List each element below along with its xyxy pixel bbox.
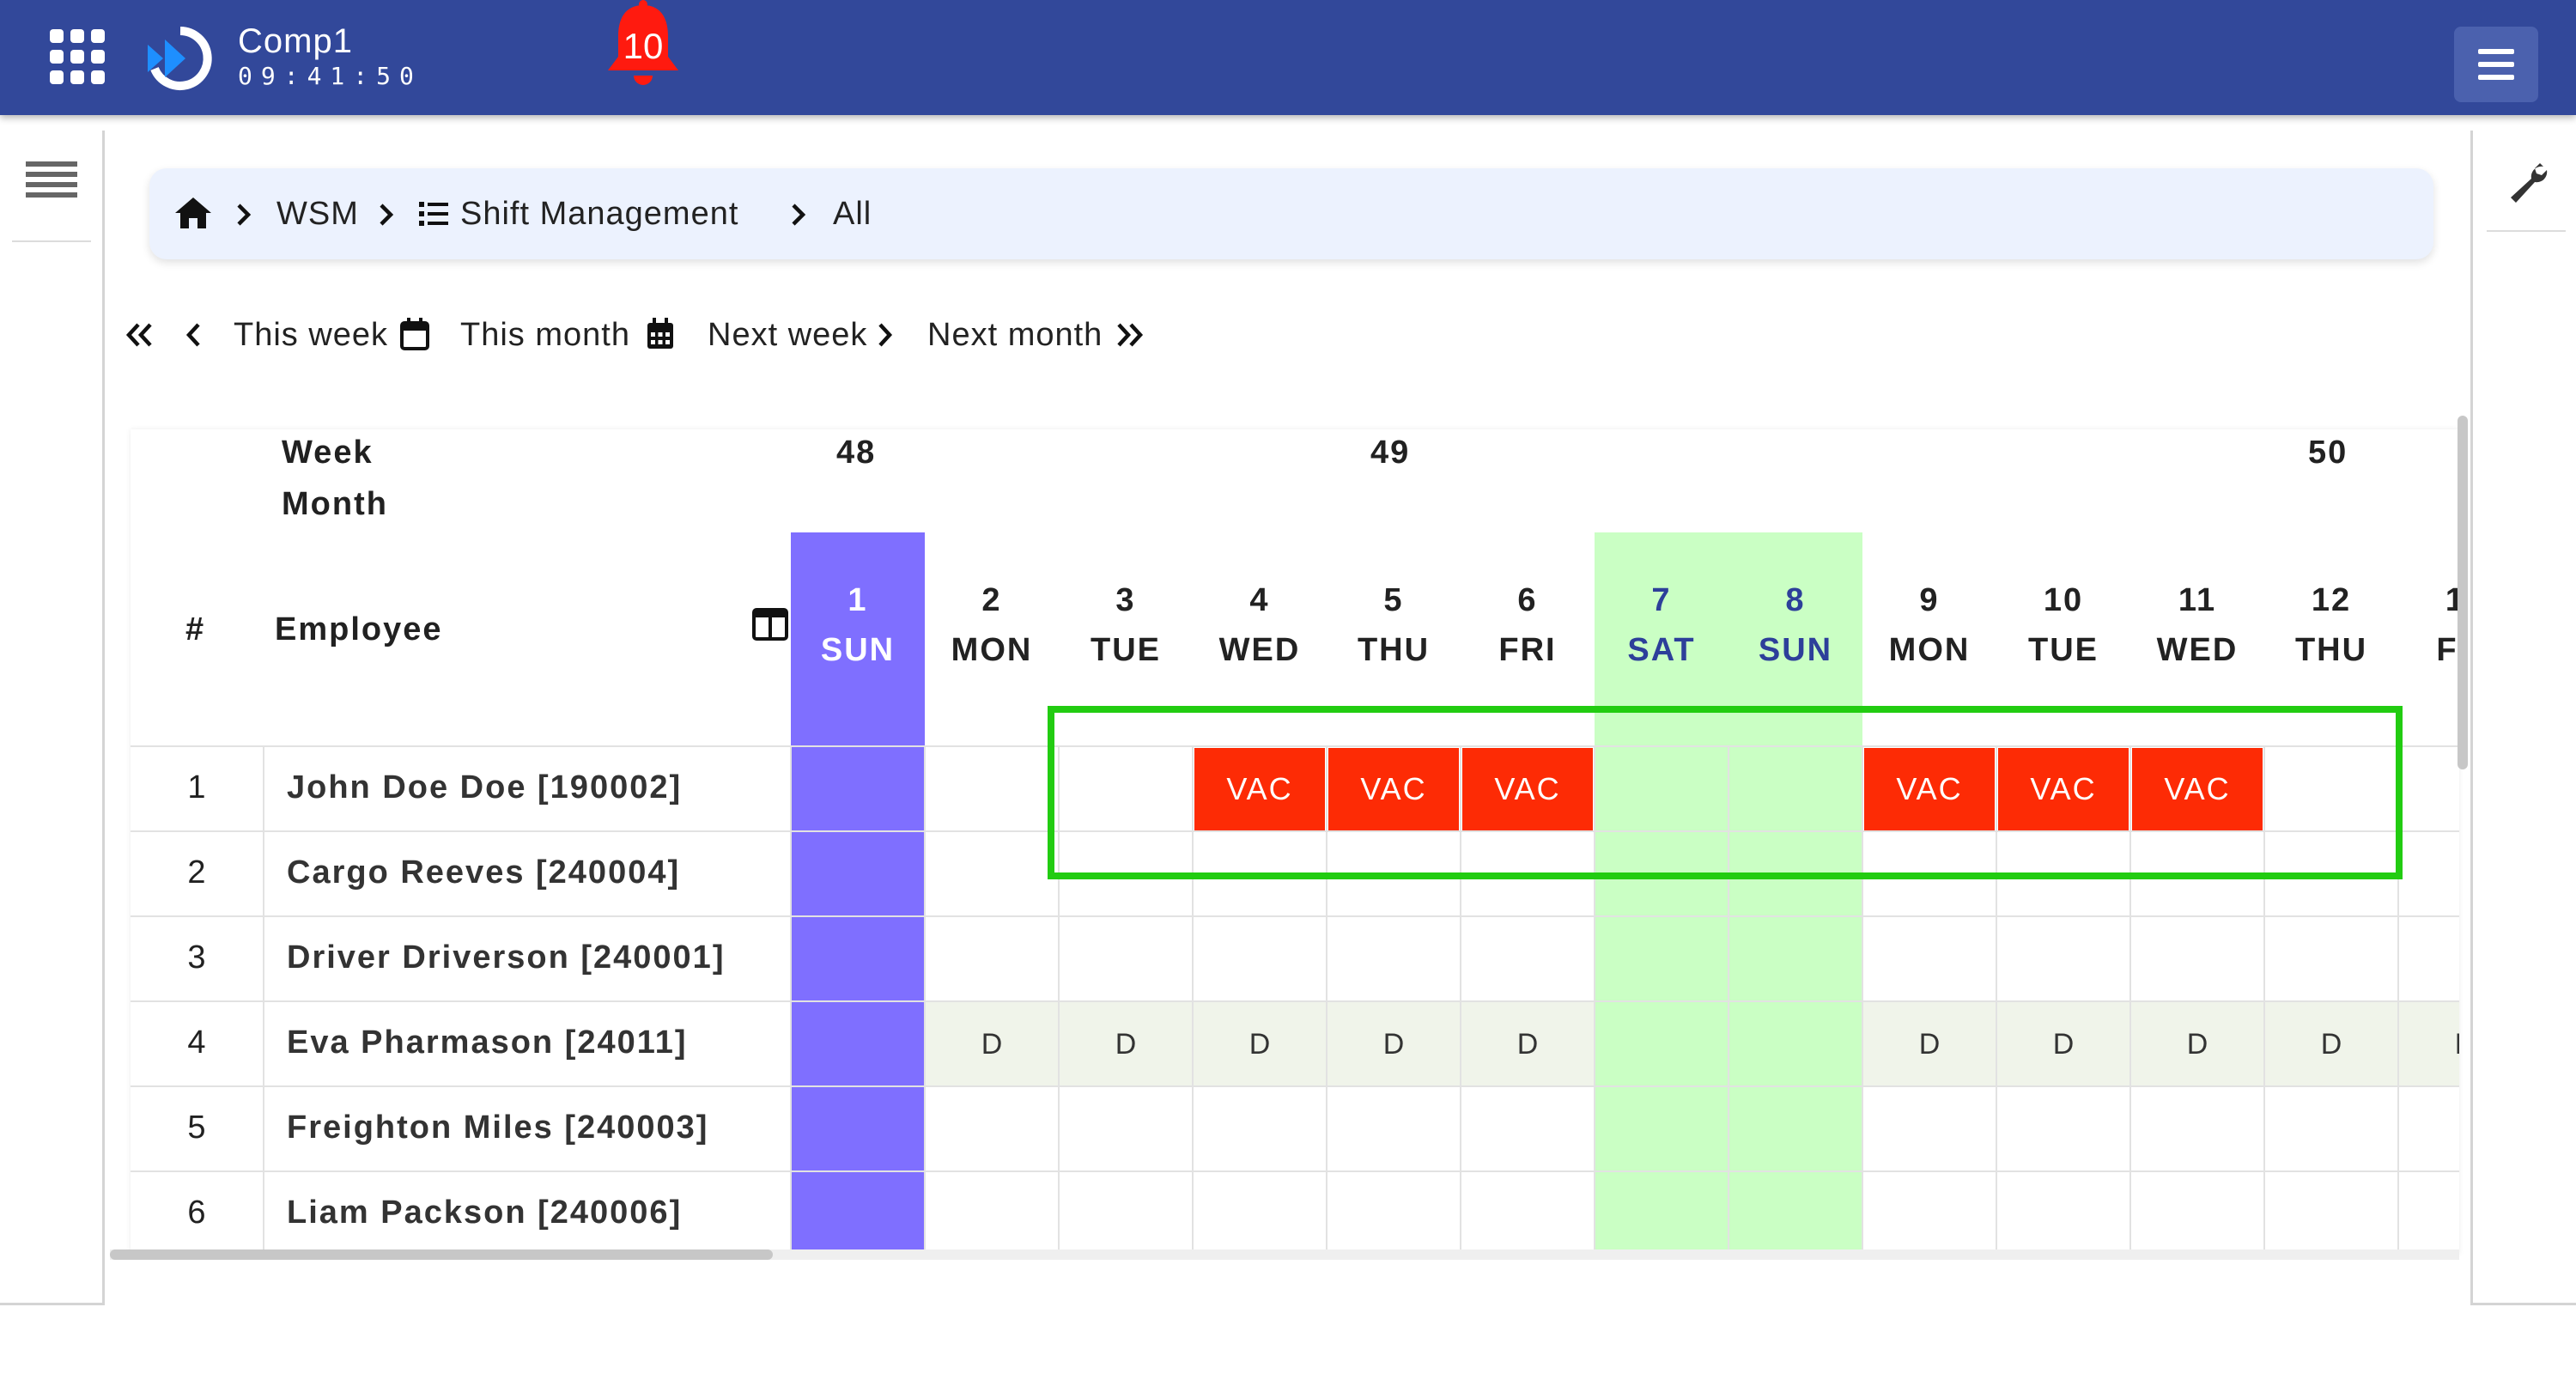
employee-name[interactable]: Cargo Reeves [240004] <box>287 854 680 891</box>
row-number: 6 <box>187 1195 206 1231</box>
grid-col-line <box>924 747 926 1254</box>
shift-cell[interactable]: D <box>2264 1028 2398 1061</box>
day-number: 8 <box>1785 582 1806 618</box>
employee-name[interactable]: Eva Pharmason [24011] <box>287 1024 688 1061</box>
breadcrumb: WSM Shift Management All <box>149 168 2433 259</box>
employee-name[interactable]: Liam Packson [240006] <box>287 1195 682 1231</box>
shift-cell[interactable]: D <box>1461 1028 1595 1061</box>
day-number: 9 <box>1919 582 1940 618</box>
next-week-button[interactable]: Next week <box>708 309 867 361</box>
shift-cell[interactable]: D <box>2130 1028 2264 1061</box>
apps-grid-icon[interactable] <box>50 29 105 84</box>
app-logo <box>148 27 212 90</box>
double-chevron-left-icon[interactable] <box>124 321 155 349</box>
day-name: SUN <box>1758 632 1833 668</box>
week-label: Week <box>282 435 374 471</box>
day-name: MON <box>951 632 1033 668</box>
row-number: 1 <box>187 769 206 806</box>
day-name: FRI <box>2436 632 2459 668</box>
day-number: 4 <box>1249 582 1270 618</box>
chevron-left-icon[interactable] <box>184 321 204 349</box>
grid-row-line <box>131 1000 2459 1002</box>
day-name: TUE <box>1091 632 1161 668</box>
week-number: 50 <box>2308 435 2348 471</box>
day-name: WED <box>1218 632 1301 668</box>
day-number: 12 <box>2311 582 2352 618</box>
wrench-icon[interactable] <box>2506 160 2550 204</box>
day-number: 11 <box>2178 582 2217 618</box>
day-number: 10 <box>2043 582 2084 618</box>
grid-col-line <box>790 747 792 1254</box>
clock-display: 09:41:50 <box>238 62 422 90</box>
calendar-icon <box>400 318 429 350</box>
grid-row-line <box>131 1085 2459 1087</box>
day-number: 13 <box>2445 582 2459 618</box>
shift-cell[interactable]: D <box>1327 1028 1461 1061</box>
day-number: 5 <box>1383 582 1404 618</box>
menu-button[interactable] <box>2454 27 2538 102</box>
company-title: Comp1 <box>238 22 353 60</box>
divider <box>12 240 91 242</box>
row-number-header: # <box>185 611 206 647</box>
day-name: THU <box>1357 632 1431 668</box>
day-number: 6 <box>1517 582 1538 618</box>
row-number: 3 <box>187 939 206 976</box>
list-icon <box>419 202 448 226</box>
day-name: THU <box>2294 632 2368 668</box>
chevron-right-icon <box>878 323 893 347</box>
top-app-bar: Comp1 09:41:50 10 <box>0 0 2576 115</box>
shift-cell[interactable]: D <box>2398 1028 2459 1061</box>
home-icon[interactable] <box>173 196 213 230</box>
shift-cell[interactable]: D <box>1193 1028 1327 1061</box>
chevron-right-icon <box>237 204 252 226</box>
day-name: WED <box>2156 632 2239 668</box>
breadcrumb-item-shift-management[interactable]: Shift Management <box>460 189 738 239</box>
day-name: SUN <box>820 632 896 668</box>
shift-cell[interactable]: D <box>1059 1028 1193 1061</box>
week-number: 49 <box>1370 435 1411 471</box>
grid-row-line <box>131 915 2459 917</box>
day-name: MON <box>1888 632 1971 668</box>
row-number: 2 <box>187 854 206 891</box>
chevron-right-icon <box>380 204 394 226</box>
day-name: SAT <box>1627 632 1696 668</box>
right-sidebar <box>2470 131 2576 1305</box>
divider <box>2487 230 2566 232</box>
chevron-right-icon <box>792 204 806 226</box>
employee-name[interactable]: Freighton Miles [240003] <box>287 1110 708 1146</box>
month-label: Month <box>282 486 388 522</box>
day-number: 1 <box>848 582 868 618</box>
shift-cell[interactable]: D <box>925 1028 1059 1061</box>
row-number: 4 <box>187 1024 206 1061</box>
shift-cell[interactable]: D <box>1996 1028 2130 1061</box>
day-number: 3 <box>1115 582 1136 618</box>
left-sidebar <box>0 131 105 1305</box>
grid-row-line <box>131 1170 2459 1172</box>
employee-name[interactable]: John Doe Doe [190002] <box>287 769 682 806</box>
week-number: 48 <box>836 435 877 471</box>
day-number: 7 <box>1651 582 1672 618</box>
employee-name[interactable]: Driver Driverson [240001] <box>287 939 725 976</box>
day-name: FRI <box>1498 632 1557 668</box>
this-month-button[interactable]: This month <box>460 309 630 361</box>
shift-cell[interactable]: D <box>1862 1028 1996 1061</box>
employee-header[interactable]: Employee <box>275 611 443 648</box>
double-chevron-right-icon <box>1117 323 1144 347</box>
notification-count: 10 <box>623 26 664 66</box>
list-menu-icon[interactable] <box>26 161 77 199</box>
this-week-button[interactable]: This week <box>234 309 388 361</box>
horizontal-scroll-thumb[interactable] <box>110 1249 773 1260</box>
day-number: 2 <box>981 582 1002 618</box>
day-name: TUE <box>2028 632 2099 668</box>
calendar-grid-icon <box>647 318 673 349</box>
column-layout-icon[interactable] <box>752 608 788 641</box>
row-number: 5 <box>187 1110 206 1146</box>
next-month-button[interactable]: Next month <box>927 309 1103 361</box>
vertical-scroll-thumb[interactable] <box>2458 416 2468 769</box>
breadcrumb-item-wsm[interactable]: WSM <box>276 189 359 239</box>
grid-col-line <box>263 747 264 1254</box>
breadcrumb-item-all[interactable]: All <box>833 189 872 239</box>
selection-highlight <box>1048 706 2403 879</box>
